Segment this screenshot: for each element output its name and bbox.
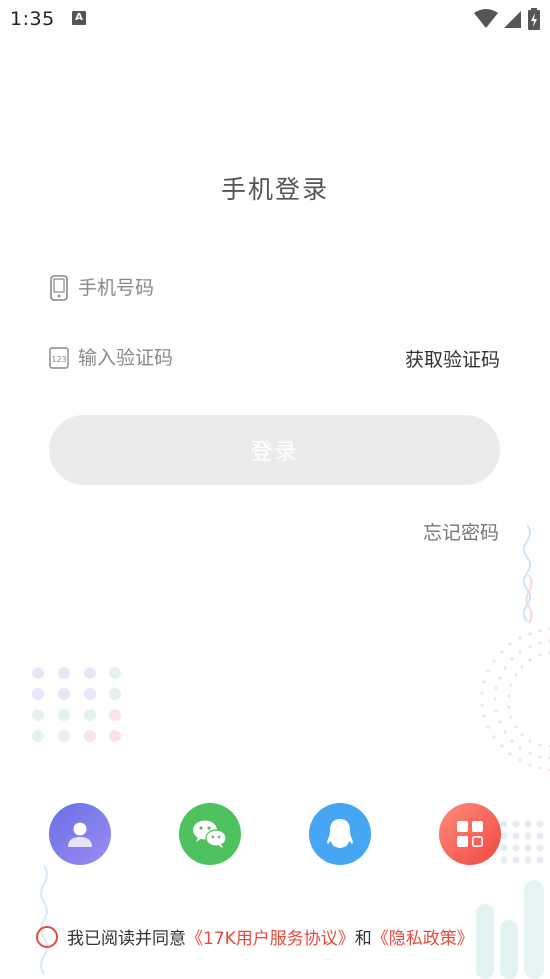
agreement-and: 和 (354, 929, 372, 949)
agree-radio-button[interactable] (36, 925, 58, 948)
wifi-icon (474, 9, 498, 28)
battery-icon (528, 8, 540, 30)
qq-penguin-icon (327, 819, 353, 848)
decorative-bars-bottom-right (476, 880, 544, 979)
user-icon (68, 822, 92, 847)
signal-icon (504, 11, 521, 28)
phone-icon (48, 275, 70, 301)
status-bar: 1:35 A (0, 0, 550, 40)
account-login-button[interactable] (49, 803, 111, 865)
code-input[interactable] (78, 347, 405, 369)
phone-input[interactable] (78, 277, 500, 299)
decorative-wave-bottom-left (40, 866, 48, 975)
get-code-button[interactable]: 获取验证码 (405, 345, 500, 372)
privacy-policy-link[interactable]: 《隐私政策》 (372, 924, 474, 949)
qq-login-button[interactable] (309, 803, 371, 865)
decorative-wave-right (523, 525, 533, 624)
agreement-prefix: 我已阅读并同意 (67, 929, 186, 949)
number-123-icon: 123 (48, 345, 70, 371)
decorative-dots-bottom-right (500, 820, 544, 864)
agreement-row: 我已阅读并同意 《17K用户服务协议》 和 《隐私政策》 (36, 924, 474, 949)
decorative-dots-left (32, 667, 121, 742)
wechat-login-button[interactable] (179, 803, 241, 865)
phone-field (48, 268, 500, 308)
more-login-button[interactable] (439, 803, 501, 865)
grid-apps-icon (457, 821, 483, 847)
code-field: 123 获取验证码 (48, 338, 500, 378)
status-icons (474, 8, 540, 30)
status-time: 1:35 (10, 8, 55, 30)
user-agreement-link[interactable]: 《17K用户服务协议》 (186, 924, 355, 949)
decorative-dot-arc (480, 627, 550, 772)
wechat-icon (193, 820, 227, 848)
login-button[interactable]: 登录 (49, 415, 500, 485)
notification-a-icon: A (72, 11, 86, 25)
svg-text:123: 123 (51, 355, 66, 364)
forgot-password-link[interactable]: 忘记密码 (423, 518, 499, 545)
page-title: 手机登录 (220, 175, 329, 204)
